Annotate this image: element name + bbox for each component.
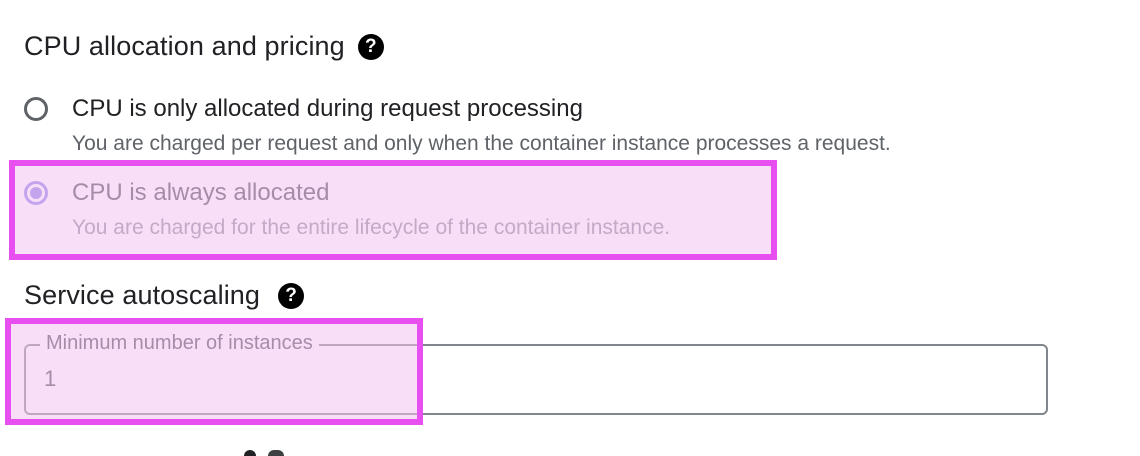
help-circle-icon[interactable]: ? bbox=[278, 282, 305, 309]
page: CPU allocation and pricing ? CPU is only… bbox=[0, 0, 1140, 456]
autoscaling-section-title: Service autoscaling ? bbox=[24, 280, 305, 311]
clipped-next-section-title bbox=[24, 446, 324, 456]
min-instances-field[interactable]: Minimum number of instances 1 bbox=[24, 332, 1048, 415]
cpu-section-title-text: CPU allocation and pricing bbox=[24, 31, 345, 61]
min-instances-label: Minimum number of instances bbox=[40, 332, 319, 355]
autoscaling-section-title-text: Service autoscaling bbox=[24, 280, 261, 310]
radio-unchecked-icon[interactable] bbox=[24, 97, 48, 121]
radio-checked-icon[interactable] bbox=[24, 181, 48, 205]
radio-option-always-allocated[interactable]: CPU is always allocated You are charged … bbox=[24, 179, 670, 241]
radio-option-request-processing[interactable]: CPU is only allocated during request pro… bbox=[24, 95, 891, 157]
radio-option-description: You are charged per request and only whe… bbox=[72, 132, 891, 155]
radio-option-label: CPU is only allocated during request pro… bbox=[72, 95, 583, 122]
radio-option-label: CPU is always allocated bbox=[72, 179, 330, 206]
radio-option-description: You are charged for the entire lifecycle… bbox=[72, 216, 671, 239]
cpu-section-title: CPU allocation and pricing ? bbox=[24, 31, 384, 62]
min-instances-input[interactable]: 1 bbox=[44, 366, 56, 392]
help-circle-icon[interactable]: ? bbox=[357, 33, 384, 60]
